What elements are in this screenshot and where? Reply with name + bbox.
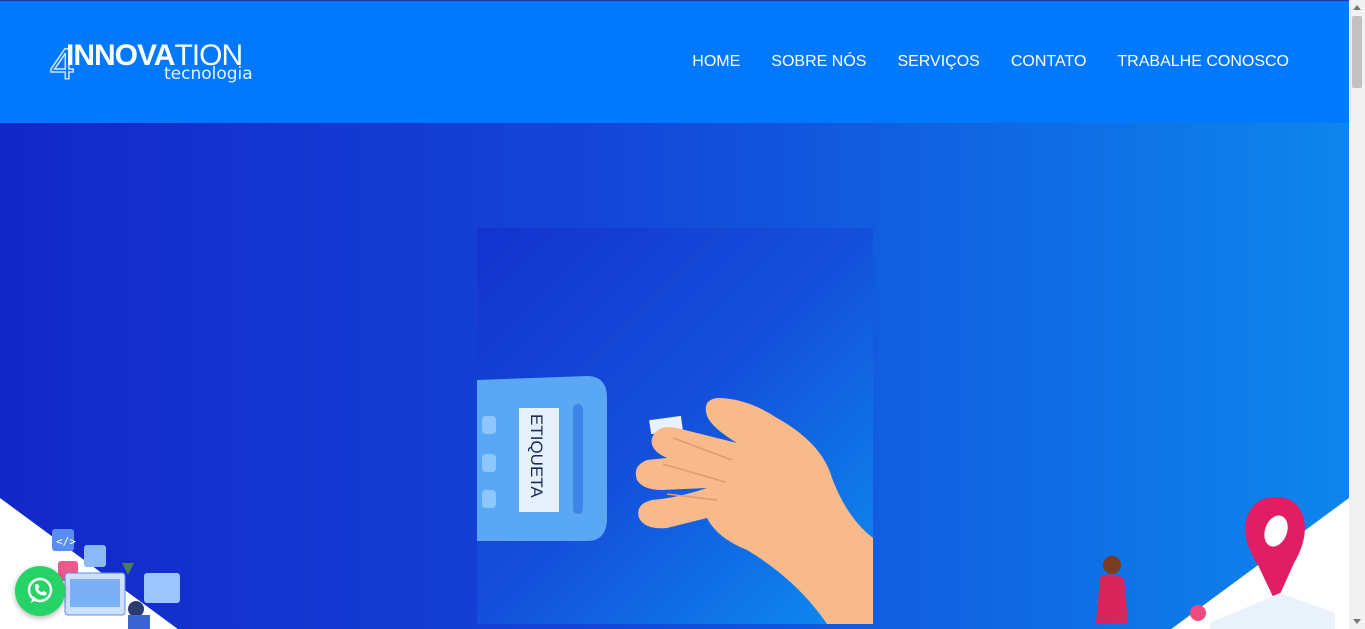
nav-servicos[interactable]: SERVIÇOS: [897, 53, 979, 71]
main-nav: HOME SOBRE NÓS SERVIÇOS CONTATO TRABALHE…: [692, 53, 1289, 71]
hero-illustration: ETIQUETA: [477, 228, 873, 624]
location-illustration: [1096, 497, 1335, 629]
logo-title-bold: INNOVA: [66, 39, 175, 72]
nav-sobre-nos[interactable]: SOBRE NÓS: [771, 53, 866, 71]
logo-subtitle: tecnologia: [164, 64, 253, 84]
svg-text:</>: </>: [56, 535, 76, 548]
scrollbar-thumb[interactable]: [1352, 16, 1362, 88]
nav-home[interactable]: HOME: [692, 53, 740, 71]
label-text: ETIQUETA: [527, 414, 546, 498]
arrow-up-icon[interactable]: [1353, 5, 1361, 10]
whatsapp-button[interactable]: [15, 566, 65, 616]
whatsapp-icon: [27, 577, 53, 603]
map-pin-icon: [1245, 497, 1305, 603]
nav-contato[interactable]: CONTATO: [1011, 53, 1087, 71]
nav-trabalhe-conosco[interactable]: TRABALHE CONOSCO: [1117, 53, 1289, 71]
site-header: 4 INNOVATION tecnologia HOME SOBRE NÓS S…: [0, 0, 1349, 123]
hero-section: ETIQUETA </>: [0, 123, 1349, 629]
site-logo[interactable]: 4 INNOVATION tecnologia: [48, 39, 258, 87]
arrow-down-icon[interactable]: [1353, 619, 1361, 624]
page-scrollbar[interactable]: [1349, 0, 1365, 629]
